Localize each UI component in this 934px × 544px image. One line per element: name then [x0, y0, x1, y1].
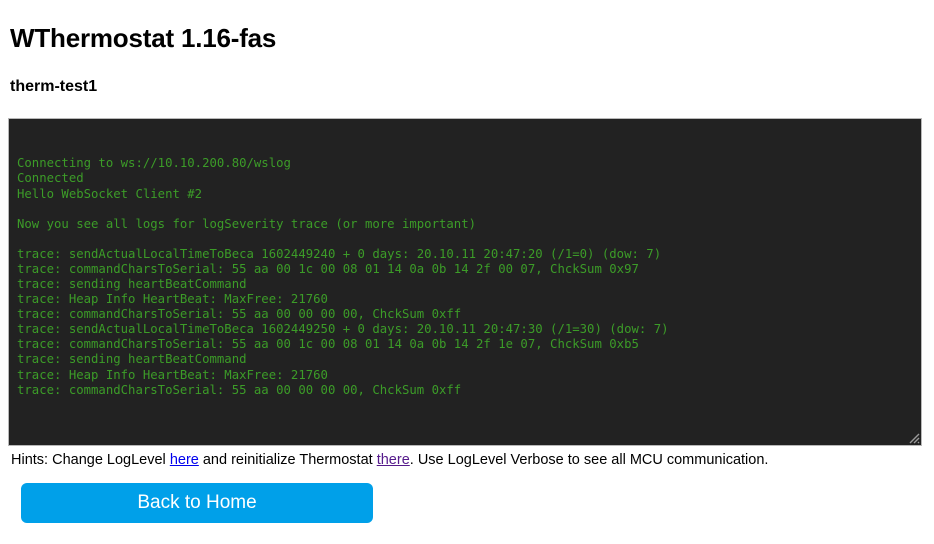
hints-prefix: Hints: Change LogLevel: [11, 452, 170, 469]
log-line: trace: Heap Info HeartBeat: MaxFree: 217…: [17, 292, 328, 307]
hints-suffix: . Use LogLevel Verbose to see all MCU co…: [409, 452, 769, 469]
log-line: Connecting to ws://10.10.200.80/wslog: [17, 156, 291, 171]
log-console-container: Connecting to ws://10.10.200.80/wslog Con…: [8, 118, 926, 447]
loglevel-here-link[interactable]: here: [170, 452, 199, 468]
log-output-textarea[interactable]: Connecting to ws://10.10.200.80/wslog Con…: [8, 118, 922, 447]
log-line: trace: sendActualLocalTimeToBeca 1602449…: [17, 322, 669, 337]
log-line: Now you see all logs for logSeverity tra…: [17, 216, 477, 231]
log-line: trace: sending heartBeatCommand: [17, 352, 247, 367]
log-line: trace: commandCharsToSerial: 55 aa 00 1c…: [17, 337, 639, 352]
hints-text: Hints: Change LogLevel here and reinitia…: [11, 451, 926, 469]
back-to-home-button[interactable]: Back to Home: [21, 483, 373, 524]
log-line: trace: commandCharsToSerial: 55 aa 00 00…: [17, 307, 462, 322]
log-line: trace: commandCharsToSerial: 55 aa 00 00…: [17, 382, 462, 397]
device-name-heading: therm-test1: [10, 77, 98, 95]
resize-grip-icon[interactable]: [906, 430, 920, 444]
page-title: WThermostat 1.16-fas: [10, 23, 277, 53]
log-line: trace: Heap Info HeartBeat: MaxFree: 217…: [17, 367, 328, 382]
log-line: trace: commandCharsToSerial: 55 aa 00 1c…: [17, 261, 639, 276]
hints-middle: and reinitialize Thermostat: [198, 452, 377, 469]
reinitialize-there-link[interactable]: there: [377, 452, 410, 468]
log-line: trace: sending heartBeatCommand: [17, 276, 247, 291]
action-row: Back to Home: [21, 483, 926, 524]
page-root: WThermostat 1.16-fas therm-test1 Connect…: [0, 0, 934, 531]
log-line: Hello WebSocket Client #2: [17, 186, 203, 201]
log-line: trace: sendActualLocalTimeToBeca 1602449…: [17, 246, 662, 261]
log-line: Connected: [17, 171, 84, 186]
